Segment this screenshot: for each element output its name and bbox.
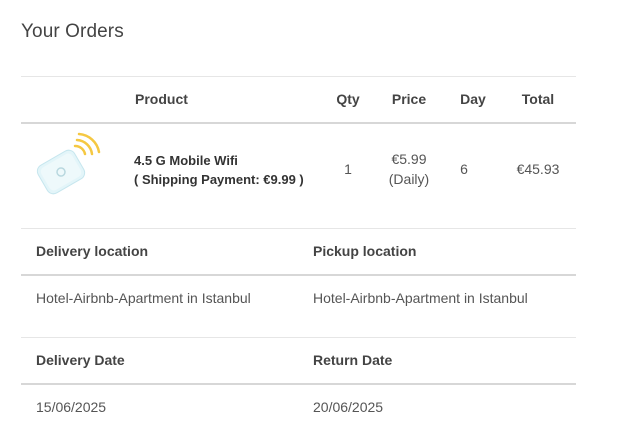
header-qty: Qty bbox=[336, 91, 360, 107]
product-name: 4.5 G Mobile Wifi bbox=[134, 153, 238, 168]
product-image bbox=[31, 132, 105, 196]
product-name-cell: 4.5 G Mobile Wifi ( Shipping Payment: €9… bbox=[134, 151, 304, 189]
page-title: Your Orders bbox=[21, 21, 124, 42]
mobile-wifi-router-icon bbox=[36, 132, 101, 195]
qty-value: 1 bbox=[344, 161, 352, 177]
price-cell: €5.99 (Daily) bbox=[377, 149, 441, 189]
total-value: €45.93 bbox=[516, 161, 560, 177]
header-day: Day bbox=[460, 91, 486, 107]
delivery-location-label: Delivery location bbox=[36, 243, 149, 259]
price-value: €5.99 bbox=[391, 151, 427, 167]
delivery-location-value: Hotel-Airbnb-Apartment in Istanbul bbox=[36, 290, 251, 306]
header-total: Total bbox=[521, 91, 555, 107]
locations-header-divider bbox=[21, 274, 576, 276]
return-date-value: 20/06/2025 bbox=[313, 399, 384, 415]
day-value: 6 bbox=[460, 161, 468, 177]
delivery-date-value: 15/06/2025 bbox=[36, 399, 107, 415]
return-date-label: Return Date bbox=[313, 352, 393, 368]
header-divider bbox=[21, 122, 576, 124]
delivery-date-label: Delivery Date bbox=[36, 352, 125, 368]
pickup-location-value: Hotel-Airbnb-Apartment in Istanbul bbox=[313, 290, 528, 306]
table-top-divider bbox=[21, 76, 576, 77]
header-price: Price bbox=[391, 91, 427, 107]
pickup-location-label: Pickup location bbox=[313, 243, 417, 259]
dates-header-divider bbox=[21, 383, 576, 385]
shipping-note: ( Shipping Payment: €9.99 ) bbox=[134, 172, 304, 187]
locations-divider bbox=[21, 337, 576, 338]
header-product: Product bbox=[135, 91, 188, 107]
price-period: (Daily) bbox=[388, 171, 430, 187]
row-divider bbox=[21, 228, 576, 229]
